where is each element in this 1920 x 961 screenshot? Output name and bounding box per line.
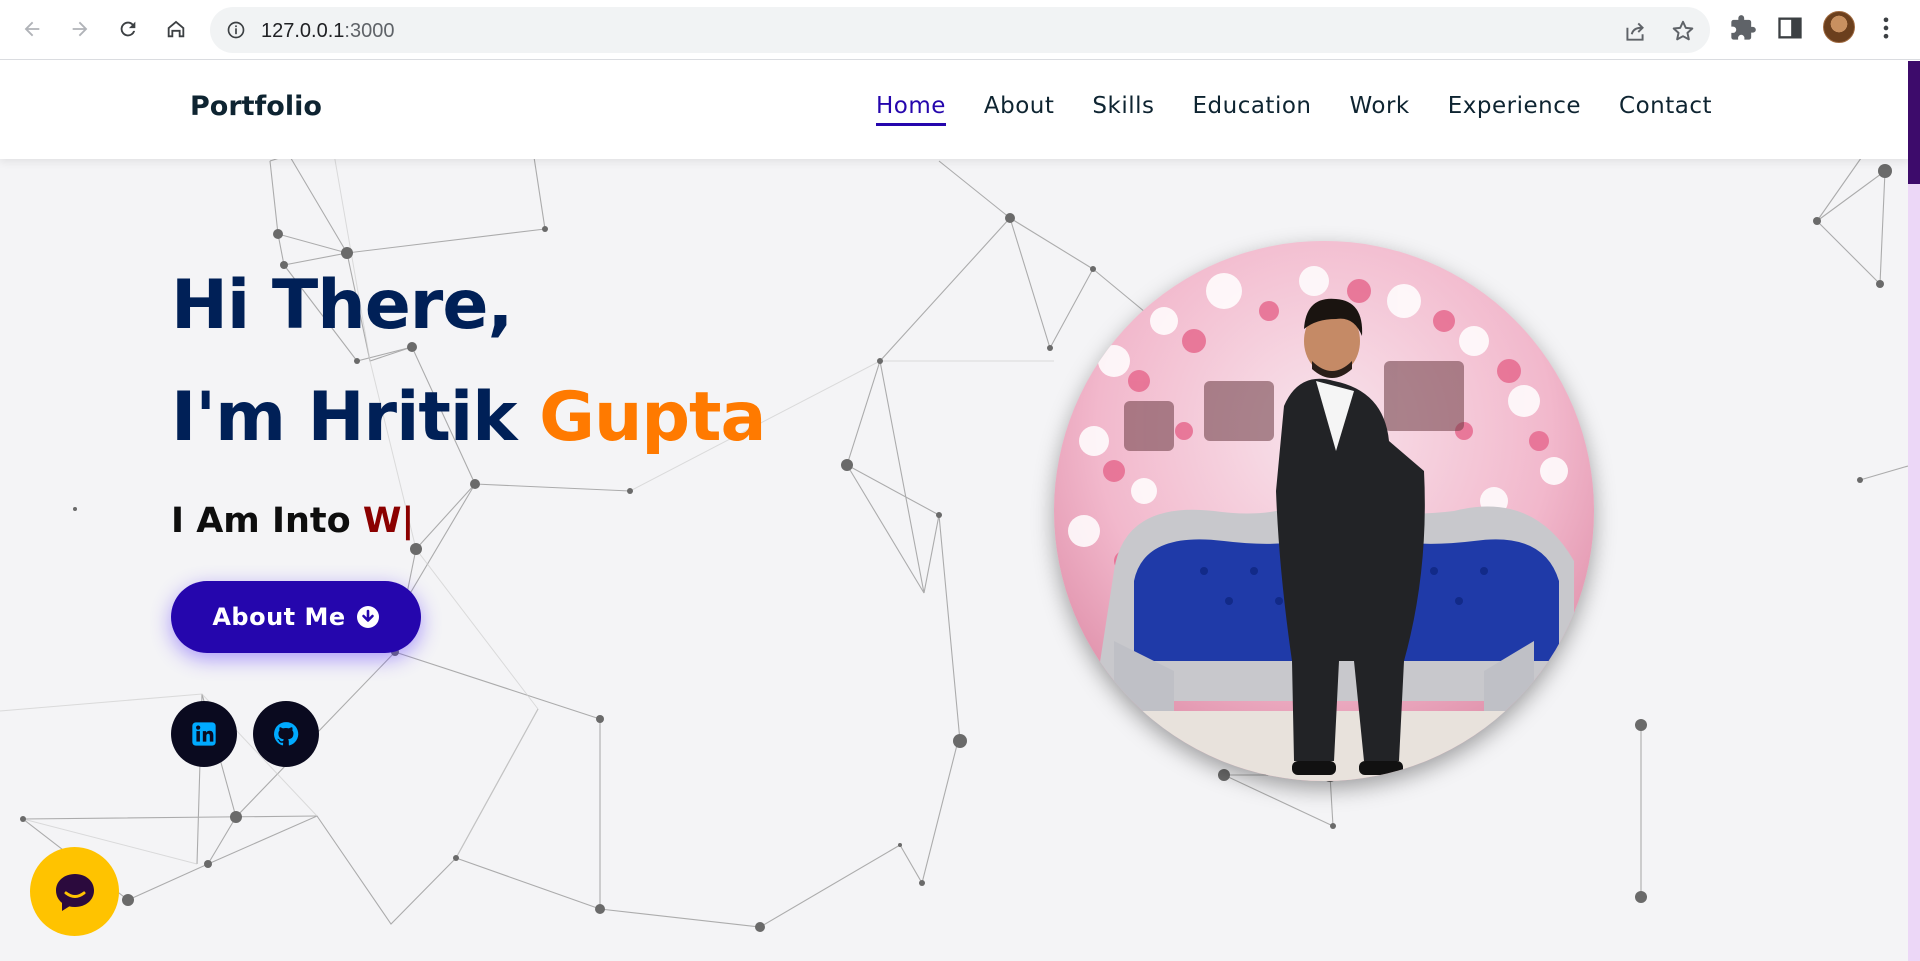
site-brand-logo[interactable]: Portfolio	[190, 91, 322, 122]
hero-greeting: Hi There,	[171, 266, 513, 345]
chat-widget-button[interactable]	[30, 847, 119, 936]
arrow-right-icon	[72, 21, 88, 37]
profile-photo	[1054, 241, 1594, 781]
hero-name-prefix: I'm Hritik	[171, 378, 540, 457]
forward-button[interactable]	[62, 11, 98, 47]
nav-link-experience[interactable]: Experience	[1448, 93, 1581, 126]
site-header: Portfolio Home About Skills Education Wo…	[0, 61, 1908, 159]
info-icon[interactable]	[226, 20, 246, 40]
main-nav: Home About Skills Education Work Experie…	[875, 93, 1712, 126]
star-icon[interactable]	[1670, 18, 1696, 44]
github-icon	[274, 722, 299, 746]
hero-name-accent: Gupta	[539, 378, 766, 457]
reload-icon	[120, 21, 136, 37]
linkedin-icon	[192, 722, 216, 746]
reload-button[interactable]	[110, 11, 146, 47]
kebab-menu-icon[interactable]	[1872, 14, 1900, 42]
nav-link-about[interactable]: About	[984, 93, 1055, 126]
address-bar[interactable]: 127.0.0.1:3000	[210, 7, 1710, 53]
browser-toolbar: 127.0.0.1:3000	[0, 0, 1920, 60]
linkedin-button[interactable]	[171, 701, 237, 767]
url-text[interactable]: 127.0.0.1:3000	[261, 20, 394, 43]
nav-link-education[interactable]: Education	[1192, 93, 1311, 126]
arrow-left-icon	[24, 21, 40, 37]
profile-photo-illustration	[1054, 241, 1594, 781]
nav-link-skills[interactable]: Skills	[1092, 93, 1154, 126]
url-port: :3000	[344, 20, 395, 42]
typing-prefix: I Am Into	[171, 501, 363, 541]
side-panel-icon[interactable]	[1776, 14, 1804, 42]
arrow-down-circle-icon	[356, 606, 379, 628]
url-host: 127.0.0.1	[261, 20, 345, 42]
about-me-button-label: About Me	[212, 603, 346, 631]
typing-text: I Am Into W|	[171, 501, 414, 541]
github-button[interactable]	[253, 701, 319, 767]
nav-link-work[interactable]: Work	[1350, 93, 1410, 126]
nav-link-home[interactable]: Home	[875, 93, 946, 126]
chat-icon	[55, 873, 94, 911]
home-button[interactable]	[158, 11, 194, 47]
about-me-button[interactable]: About Me	[171, 581, 421, 653]
page-viewport: Portfolio Home About Skills Education Wo…	[0, 61, 1908, 961]
back-button[interactable]	[14, 11, 50, 47]
scrollbar-thumb[interactable]	[1908, 61, 1920, 184]
puzzle-icon[interactable]	[1729, 14, 1757, 42]
typed-value: W|	[362, 501, 415, 541]
nav-link-contact[interactable]: Contact	[1619, 93, 1712, 126]
home-icon	[167, 20, 185, 38]
page-scrollbar[interactable]	[1908, 61, 1920, 961]
profile-avatar[interactable]	[1823, 11, 1855, 43]
hero-name: I'm Hritik Gupta	[171, 378, 766, 457]
share-icon[interactable]	[1622, 18, 1648, 44]
